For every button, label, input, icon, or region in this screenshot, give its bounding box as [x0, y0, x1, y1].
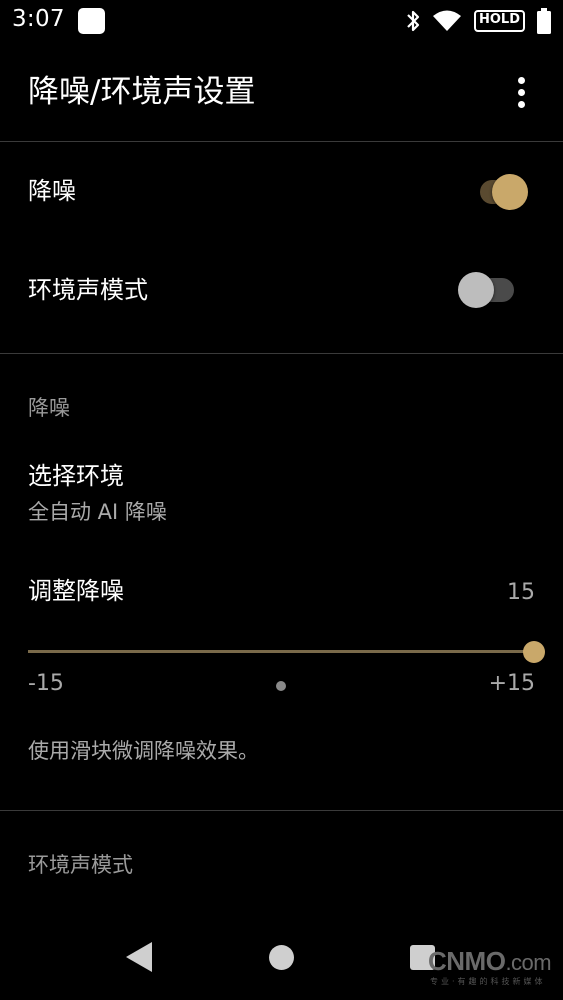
- noise-slider-thumb[interactable]: [523, 641, 545, 663]
- adjust-noise-value: 15: [507, 580, 535, 605]
- divider: [0, 810, 563, 811]
- ambient-mode-label: 环境声模式: [28, 276, 148, 304]
- cnmo-watermark: CNMO.com: [428, 946, 552, 977]
- wifi-icon: [432, 10, 461, 31]
- noise-slider-track[interactable]: [28, 650, 534, 653]
- slider-max-label: +15: [488, 671, 535, 696]
- divider: [0, 353, 563, 354]
- switch-thumb: [492, 174, 528, 210]
- hold-badge: HOLD: [473, 10, 525, 32]
- select-environment-item[interactable]: 选择环境 全自动 AI 降噪: [0, 450, 563, 534]
- noise-cancel-label: 降噪: [28, 177, 76, 205]
- slider-min-label: -15: [28, 671, 64, 696]
- status-time: 3:07: [12, 6, 65, 32]
- status-icons: HOLD: [406, 6, 551, 36]
- select-environment-title: 选择环境: [28, 462, 124, 490]
- more-options-button[interactable]: [505, 72, 537, 112]
- watermark-main: CNMO: [428, 946, 506, 976]
- battery-icon: [537, 8, 551, 34]
- adjust-noise-title: 调整降噪: [28, 577, 124, 605]
- ambient-section-header: 环境声模式: [28, 853, 133, 877]
- slider-center-marker: [276, 681, 286, 691]
- noise-section-header: 降噪: [28, 396, 70, 420]
- ambient-mode-switch[interactable]: [456, 270, 516, 310]
- bluetooth-icon: [407, 10, 420, 32]
- more-vert-icon-dot: [517, 88, 525, 96]
- page-title: 降噪/环境声设置: [28, 74, 256, 110]
- more-vert-icon-dot: [517, 100, 525, 108]
- divider: [0, 141, 563, 142]
- select-environment-value: 全自动 AI 降噪: [28, 500, 167, 524]
- noise-cancel-switch[interactable]: [468, 172, 528, 212]
- app-notification-icon: [78, 8, 105, 34]
- switch-thumb: [458, 272, 494, 308]
- watermark-suffix: .com: [505, 950, 552, 975]
- more-vert-icon: [517, 76, 525, 84]
- watermark-tagline: 专业·有趣的科技新媒体: [430, 977, 546, 986]
- noise-slider-hint: 使用滑块微调降噪效果。: [28, 739, 259, 763]
- back-icon[interactable]: [126, 942, 152, 972]
- home-icon[interactable]: [269, 945, 294, 970]
